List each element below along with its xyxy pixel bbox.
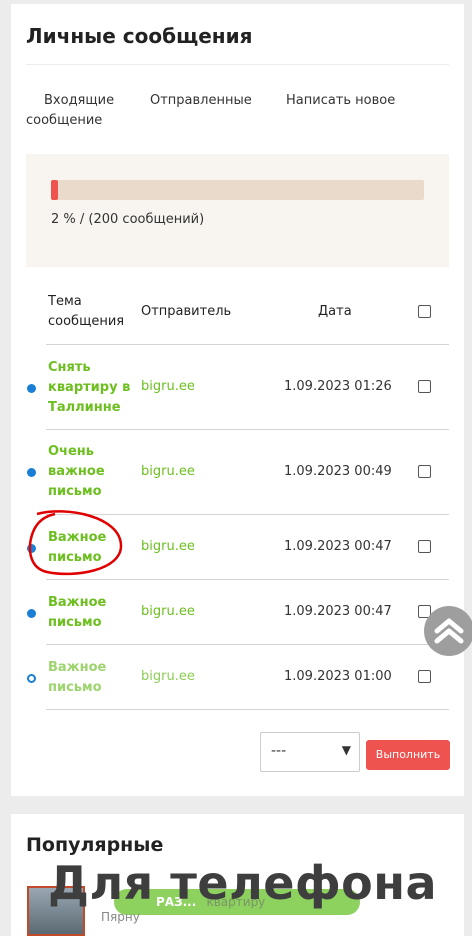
red-circle-annotation [28,510,123,576]
unread-dot-icon [27,609,36,618]
tab-sent[interactable]: Отправленные [150,91,252,111]
message-sender-link[interactable]: bigru.ee [141,669,195,684]
message-sender-link[interactable]: bigru.ee [141,539,195,554]
run-action-button[interactable]: Выполнить [366,740,450,770]
row-checkbox[interactable] [418,540,431,553]
tab-compose[interactable]: Написать новое [286,91,395,111]
overlay-caption: Для телефона [48,856,438,910]
message-date: 1.09.2023 00:47 [284,604,392,619]
message-date: 1.09.2023 01:00 [284,669,392,684]
header-sender: Отправитель [141,304,232,319]
select-all-checkbox[interactable] [418,305,431,318]
bulk-action-value: --- [271,743,287,759]
row-divider [46,579,449,580]
listing-location: Пярну [101,910,140,924]
message-date: 1.09.2023 00:47 [284,539,392,554]
title-divider [26,64,449,65]
message-subject-link[interactable]: Очень важное письмо [48,442,140,502]
quota-text: 2 % / (200 сообщений) [51,212,205,227]
messages-card: Личные сообщения Входящие сообщение Отпр… [11,4,464,796]
row-divider [46,644,449,645]
tab-inbox[interactable]: Входящие сообщение [26,91,136,131]
row-checkbox[interactable] [418,465,431,478]
header-date: Дата [318,304,352,319]
page-title: Личные сообщения [26,24,253,48]
message-date: 1.09.2023 00:49 [284,464,392,479]
row-divider [46,709,449,710]
row-divider [46,344,449,345]
popular-title: Популярные [26,834,164,856]
bulk-action-select[interactable]: --- ▼ [260,732,360,772]
quota-progress-fill [51,180,59,200]
message-sender-link[interactable]: bigru.ee [141,464,195,479]
double-chevron-up-icon [434,618,464,644]
scroll-to-top-button[interactable] [424,606,472,656]
row-divider [46,429,449,430]
message-sender-link[interactable]: bigru.ee [141,604,195,619]
row-checkbox[interactable] [418,380,431,393]
message-date: 1.09.2023 01:26 [284,379,392,394]
quota-progress-bar [51,180,424,200]
read-dot-icon [27,674,36,683]
message-subject-link[interactable]: Снять квартиру в Таллинне [48,358,140,418]
header-subject: Тема сообщения [48,294,125,329]
quota-panel: 2 % / (200 сообщений) [26,154,449,267]
message-sender-link[interactable]: bigru.ee [141,379,195,394]
unread-dot-icon [27,468,36,477]
unread-dot-icon [27,384,36,393]
message-subject-link[interactable]: Важное письмо [48,593,140,633]
row-checkbox[interactable] [418,670,431,683]
message-subject-link[interactable]: Важное письмо [48,658,140,698]
chevron-down-icon: ▼ [341,743,351,757]
